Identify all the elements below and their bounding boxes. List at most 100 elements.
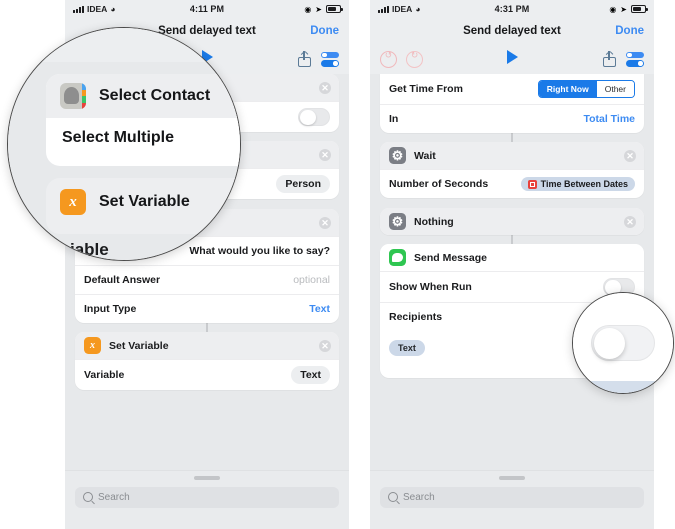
row-label: Variable	[84, 369, 125, 381]
delete-action-button[interactable]: ✕	[319, 81, 331, 94]
right-toolbar: ↺ ↻	[370, 44, 654, 74]
card-header[interactable]: Send Message	[380, 244, 644, 271]
magnified-show-when-run-toggle[interactable]	[591, 325, 655, 361]
wait-icon	[389, 147, 406, 164]
magnified-card-set-variable[interactable]: x Set Variable	[46, 178, 240, 234]
action-connector	[75, 323, 339, 332]
action-card-wait[interactable]: Wait ✕ Number of Seconds Time Between Da…	[380, 142, 644, 198]
card-title: Nothing	[414, 215, 454, 228]
drag-handle[interactable]	[194, 476, 220, 480]
loupe-content	[573, 293, 673, 393]
delete-action-button[interactable]: ✕	[624, 215, 636, 228]
date-token-icon	[527, 179, 537, 189]
magnified-card-title: Set Variable	[99, 193, 190, 210]
card-spacer	[380, 198, 644, 208]
magnified-row-select-contact[interactable]: Select Contact	[46, 74, 240, 118]
card-header[interactable]: x Set Variable ✕	[75, 332, 339, 359]
messages-app-icon	[389, 249, 406, 266]
search-input[interactable]: Search	[75, 486, 339, 508]
row-label: Default Answer	[84, 274, 161, 286]
row-default-answer[interactable]: Default Answer optional	[75, 265, 339, 294]
nothing-icon	[389, 213, 406, 230]
card-title: Set Variable	[109, 339, 169, 352]
variable-value-chip[interactable]: Text	[291, 366, 330, 384]
loupe-content: Select Contact Select Multiple x Set Var…	[8, 28, 240, 260]
row-variable[interactable]: Variable Text	[75, 359, 339, 390]
share-icon[interactable]	[298, 51, 311, 67]
row-label: Input Type	[84, 303, 137, 315]
delete-action-button[interactable]: ✕	[319, 148, 331, 161]
action-connector	[380, 235, 644, 244]
right-nav-bar: Send delayed text Done	[370, 18, 654, 44]
input-type-value[interactable]: Text	[309, 303, 330, 315]
variable-value-chip[interactable]: Person	[276, 175, 330, 193]
set-variable-icon: x	[60, 189, 86, 215]
action-connector	[380, 133, 644, 142]
search-icon	[83, 492, 93, 502]
magnified-pill-edge	[573, 381, 673, 393]
page-title: Send delayed text	[463, 25, 561, 37]
text-variable-pill[interactable]: Text	[389, 340, 425, 356]
set-variable-icon: x	[84, 337, 101, 354]
toolbar-right-group	[298, 51, 339, 67]
row-label: In	[389, 113, 399, 125]
default-answer-input[interactable]: optional	[293, 274, 330, 286]
delete-action-button[interactable]: ✕	[624, 149, 636, 162]
share-icon[interactable]	[603, 51, 616, 67]
delete-action-button[interactable]: ✕	[319, 339, 331, 352]
drag-handle[interactable]	[499, 476, 525, 480]
battery-icon	[326, 5, 343, 13]
magnified-card-select-contact[interactable]: Select Contact Select Multiple	[46, 74, 240, 166]
done-button[interactable]: Done	[615, 25, 644, 37]
clipped-variable-text: iable	[70, 240, 109, 259]
select-multiple-toggle[interactable]	[298, 108, 330, 126]
token-label: Time Between Dates	[540, 179, 628, 189]
undo-redo-group: ↺ ↻	[380, 50, 423, 68]
redo-icon[interactable]: ↻	[406, 50, 423, 68]
row-in[interactable]: In Total Time	[380, 104, 644, 133]
magnified-card-title: Select Contact	[99, 87, 211, 104]
action-card-get-time-partial[interactable]: Get Time From Right Now Other In Total T…	[380, 74, 644, 133]
time-between-dates-token[interactable]: Time Between Dates	[520, 177, 635, 191]
search-icon	[388, 492, 398, 502]
screenshot-stage: IDEA ◕ 4:11 PM ◉ ➤ Send delayed text Don…	[0, 0, 675, 529]
contacts-app-icon	[60, 83, 86, 109]
status-bar-time: 4:31 PM	[494, 4, 530, 14]
action-card-nothing[interactable]: Nothing ✕	[380, 208, 644, 235]
toolbar-right-group	[603, 51, 644, 67]
left-status-bar: IDEA ◕ 4:11 PM ◉ ➤	[65, 0, 349, 18]
card-header[interactable]: Wait ✕	[380, 142, 644, 169]
left-search-dock: Search	[65, 470, 349, 529]
undo-icon[interactable]: ↺	[380, 50, 397, 68]
segment-right-now[interactable]: Right Now	[538, 81, 597, 97]
right-phone-panel: IDEA ◕ 4:31 PM ◉ ➤ Send delayed text Don…	[370, 0, 654, 529]
magnified-row-select-multiple[interactable]: Select Multiple	[46, 118, 240, 158]
search-placeholder: Search	[98, 491, 130, 503]
right-search-dock: Search	[370, 470, 654, 529]
card-title: Wait	[414, 149, 436, 162]
shortcut-settings-icon[interactable]	[321, 51, 339, 67]
card-title: Send Message	[414, 251, 487, 264]
row-get-time-from[interactable]: Get Time From Right Now Other	[380, 74, 644, 104]
get-time-from-segmented-control[interactable]: Right Now Other	[537, 80, 635, 98]
segment-other[interactable]: Other	[596, 81, 634, 97]
search-placeholder: Search	[403, 491, 435, 503]
search-input[interactable]: Search	[380, 486, 644, 508]
row-label: Recipients	[389, 311, 443, 323]
magnified-row-label: Select Multiple	[62, 129, 175, 146]
row-number-of-seconds[interactable]: Number of Seconds Time Between Dates	[380, 169, 644, 198]
magnified-row-set-variable[interactable]: x Set Variable	[46, 178, 240, 226]
loupe-top-chrome	[8, 28, 240, 62]
row-label: Get Time From	[389, 83, 463, 95]
battery-icon	[631, 5, 648, 13]
action-card-set-variable-text[interactable]: x Set Variable ✕ Variable Text	[75, 332, 339, 390]
in-value[interactable]: Total Time	[583, 113, 635, 125]
done-button[interactable]: Done	[310, 25, 339, 37]
row-label: Show When Run	[389, 281, 472, 293]
delete-action-button[interactable]: ✕	[319, 216, 331, 229]
card-header[interactable]: Nothing ✕	[380, 208, 644, 235]
shortcut-settings-icon[interactable]	[626, 51, 644, 67]
magnifier-loupe-left: Select Contact Select Multiple x Set Var…	[7, 27, 241, 261]
row-input-type[interactable]: Input Type Text	[75, 294, 339, 323]
right-status-bar: IDEA ◕ 4:31 PM ◉ ➤	[370, 0, 654, 18]
